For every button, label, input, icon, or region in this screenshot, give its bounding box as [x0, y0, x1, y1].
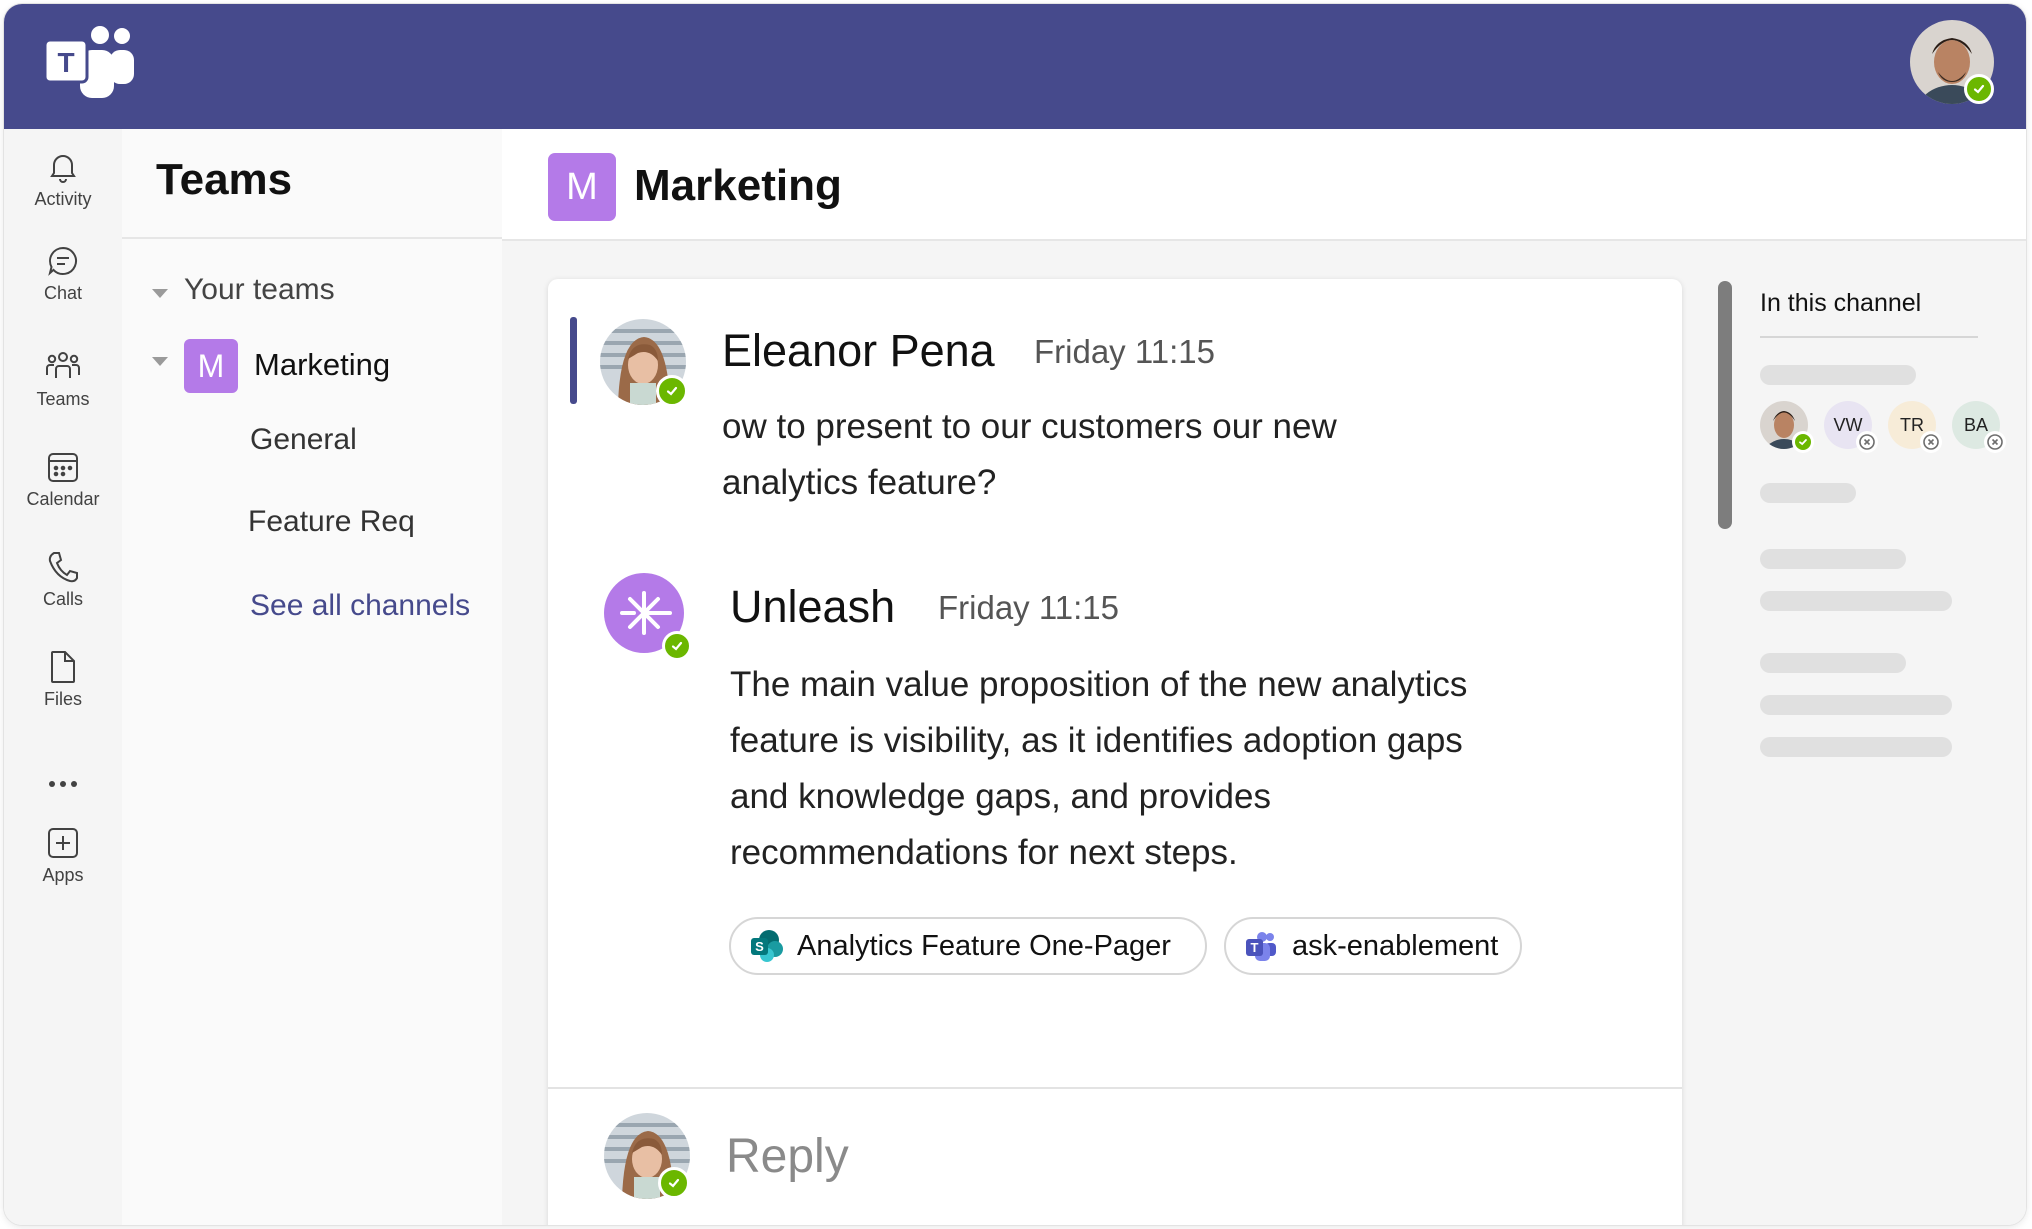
divider	[1760, 336, 1978, 338]
teams-logo-icon[interactable]: T	[42, 26, 142, 106]
reply-input[interactable]: Reply	[726, 1129, 849, 1184]
rail-label: Files	[43, 689, 82, 709]
svg-text:S: S	[755, 939, 764, 954]
chip-label: ask-enablement	[1292, 929, 1499, 962]
attachment-chip[interactable]: S Analytics Feature One-Pager	[729, 917, 1207, 975]
message-author[interactable]: Unleash	[730, 581, 895, 633]
more-horizontal-icon[interactable]	[4, 769, 122, 799]
side-panel-title: In this channel	[1760, 289, 1922, 317]
rail-item-calls[interactable]: Calls	[4, 549, 122, 639]
title-bar: T	[4, 4, 2026, 129]
channel-header: M Marketing	[502, 129, 2026, 241]
avatar	[604, 1113, 690, 1199]
people-icon	[46, 352, 80, 378]
see-all-channels-link[interactable]: See all channels	[250, 589, 470, 623]
rail-label: Chat	[43, 283, 83, 303]
bot-avatar[interactable]	[604, 573, 692, 661]
presence-offline-icon	[1920, 431, 1942, 453]
channel-chip[interactable]: T ask-enablement	[1224, 917, 1522, 975]
presence-offline-icon	[1856, 431, 1878, 453]
rail-item-calendar[interactable]: Calendar	[4, 449, 122, 539]
scrollbar-thumb[interactable]	[1718, 281, 1732, 529]
message-line: analytics feature?	[722, 463, 997, 502]
chip-label: Analytics Feature One-Pager	[797, 929, 1171, 962]
member-initials: TR	[1900, 414, 1924, 435]
rail-item-chat[interactable]: Chat	[4, 243, 122, 333]
team-avatar: M	[184, 339, 238, 393]
svg-text:T: T	[57, 47, 74, 78]
member-avatar[interactable]: TR	[1888, 401, 1942, 453]
message-timestamp: Friday 11:15	[1034, 333, 1215, 370]
calendar-icon	[48, 453, 78, 482]
rail-label: Teams	[36, 389, 90, 409]
team-item-marketing[interactable]: Marketing	[254, 347, 390, 383]
divider	[548, 1087, 1682, 1089]
channel-item-feature-req[interactable]: Feature Req	[248, 505, 415, 539]
your-teams-section[interactable]: Your teams	[184, 273, 335, 307]
presence-available-icon	[662, 631, 692, 661]
teams-panel-title: Teams	[156, 155, 293, 204]
teams-icon: T	[1246, 932, 1276, 961]
message-body: The main value proposition of the new an…	[730, 657, 1467, 881]
member-avatar[interactable]: VW	[1824, 401, 1878, 453]
message-line: ow to present to our customers our new	[722, 407, 1337, 446]
bell-icon	[50, 155, 76, 183]
chat-bubble-icon	[48, 246, 77, 276]
chevron-down-icon[interactable]	[152, 357, 168, 366]
app-window: T Activity Chat Teams Calendar Calls Fil…	[4, 4, 2026, 1225]
conversation-card: Eleanor Pena Friday 11:15 ow to present …	[548, 279, 1682, 1225]
teams-panel: Teams Your teams M Marketing General Fea…	[122, 129, 502, 1225]
placeholder-bar	[1760, 653, 1906, 673]
placeholder-bar	[1760, 365, 1916, 385]
rail-label: Apps	[42, 865, 84, 885]
placeholder-bar	[1760, 483, 1856, 503]
message-author[interactable]: Eleanor Pena	[722, 325, 995, 377]
message-timestamp: Friday 11:15	[938, 589, 1119, 626]
member-avatar[interactable]	[1760, 401, 1814, 453]
avatar[interactable]	[600, 319, 688, 407]
message-line: feature is visibility, as it identifies …	[730, 721, 1463, 760]
member-initials: BA	[1963, 414, 1988, 435]
rail-item-files[interactable]: Files	[4, 649, 122, 739]
placeholder-bar	[1760, 737, 1952, 757]
svg-text:T: T	[1251, 940, 1259, 955]
plus-square-icon	[48, 828, 78, 858]
placeholder-bar	[1760, 591, 1952, 611]
presence-offline-icon	[1984, 431, 2006, 453]
message-line: recommendations for next steps.	[730, 833, 1238, 872]
rail-item-activity[interactable]: Activity	[4, 149, 122, 239]
presence-available-icon	[1964, 74, 1994, 104]
rail-label: Activity	[34, 189, 92, 209]
app-rail: Activity Chat Teams Calendar Calls Files…	[4, 129, 122, 1225]
member-avatar[interactable]: BA	[1952, 401, 2006, 453]
presence-available-icon	[1792, 431, 1814, 453]
chevron-down-icon[interactable]	[152, 289, 168, 298]
channel-title: Marketing	[634, 161, 842, 210]
message-line: The main value proposition of the new an…	[730, 665, 1468, 704]
channel-item-general[interactable]: General	[250, 423, 357, 457]
rail-label: Calls	[42, 589, 83, 609]
presence-available-icon	[658, 1167, 690, 1199]
teams-panel-header: Teams	[122, 129, 502, 239]
rail-item-apps[interactable]: Apps	[4, 825, 122, 915]
message-line: and knowledge gaps, and provides	[730, 777, 1271, 816]
rail-item-teams[interactable]: Teams	[4, 349, 122, 439]
rail-label: Calendar	[26, 489, 100, 509]
channel-view: M Marketing Eleanor Pena Friday 11:15 ow…	[502, 129, 2026, 1225]
presence-available-icon	[656, 375, 688, 407]
file-icon	[51, 651, 75, 683]
thread-indicator	[570, 317, 577, 404]
placeholder-bar	[1760, 549, 1906, 569]
channel-avatar: M	[548, 153, 616, 221]
user-avatar[interactable]	[1910, 20, 1994, 104]
sharepoint-icon: S	[751, 930, 783, 962]
message-body: ow to present to our customers our new a…	[722, 399, 1337, 511]
placeholder-bar	[1760, 695, 1952, 715]
phone-icon	[48, 552, 78, 583]
